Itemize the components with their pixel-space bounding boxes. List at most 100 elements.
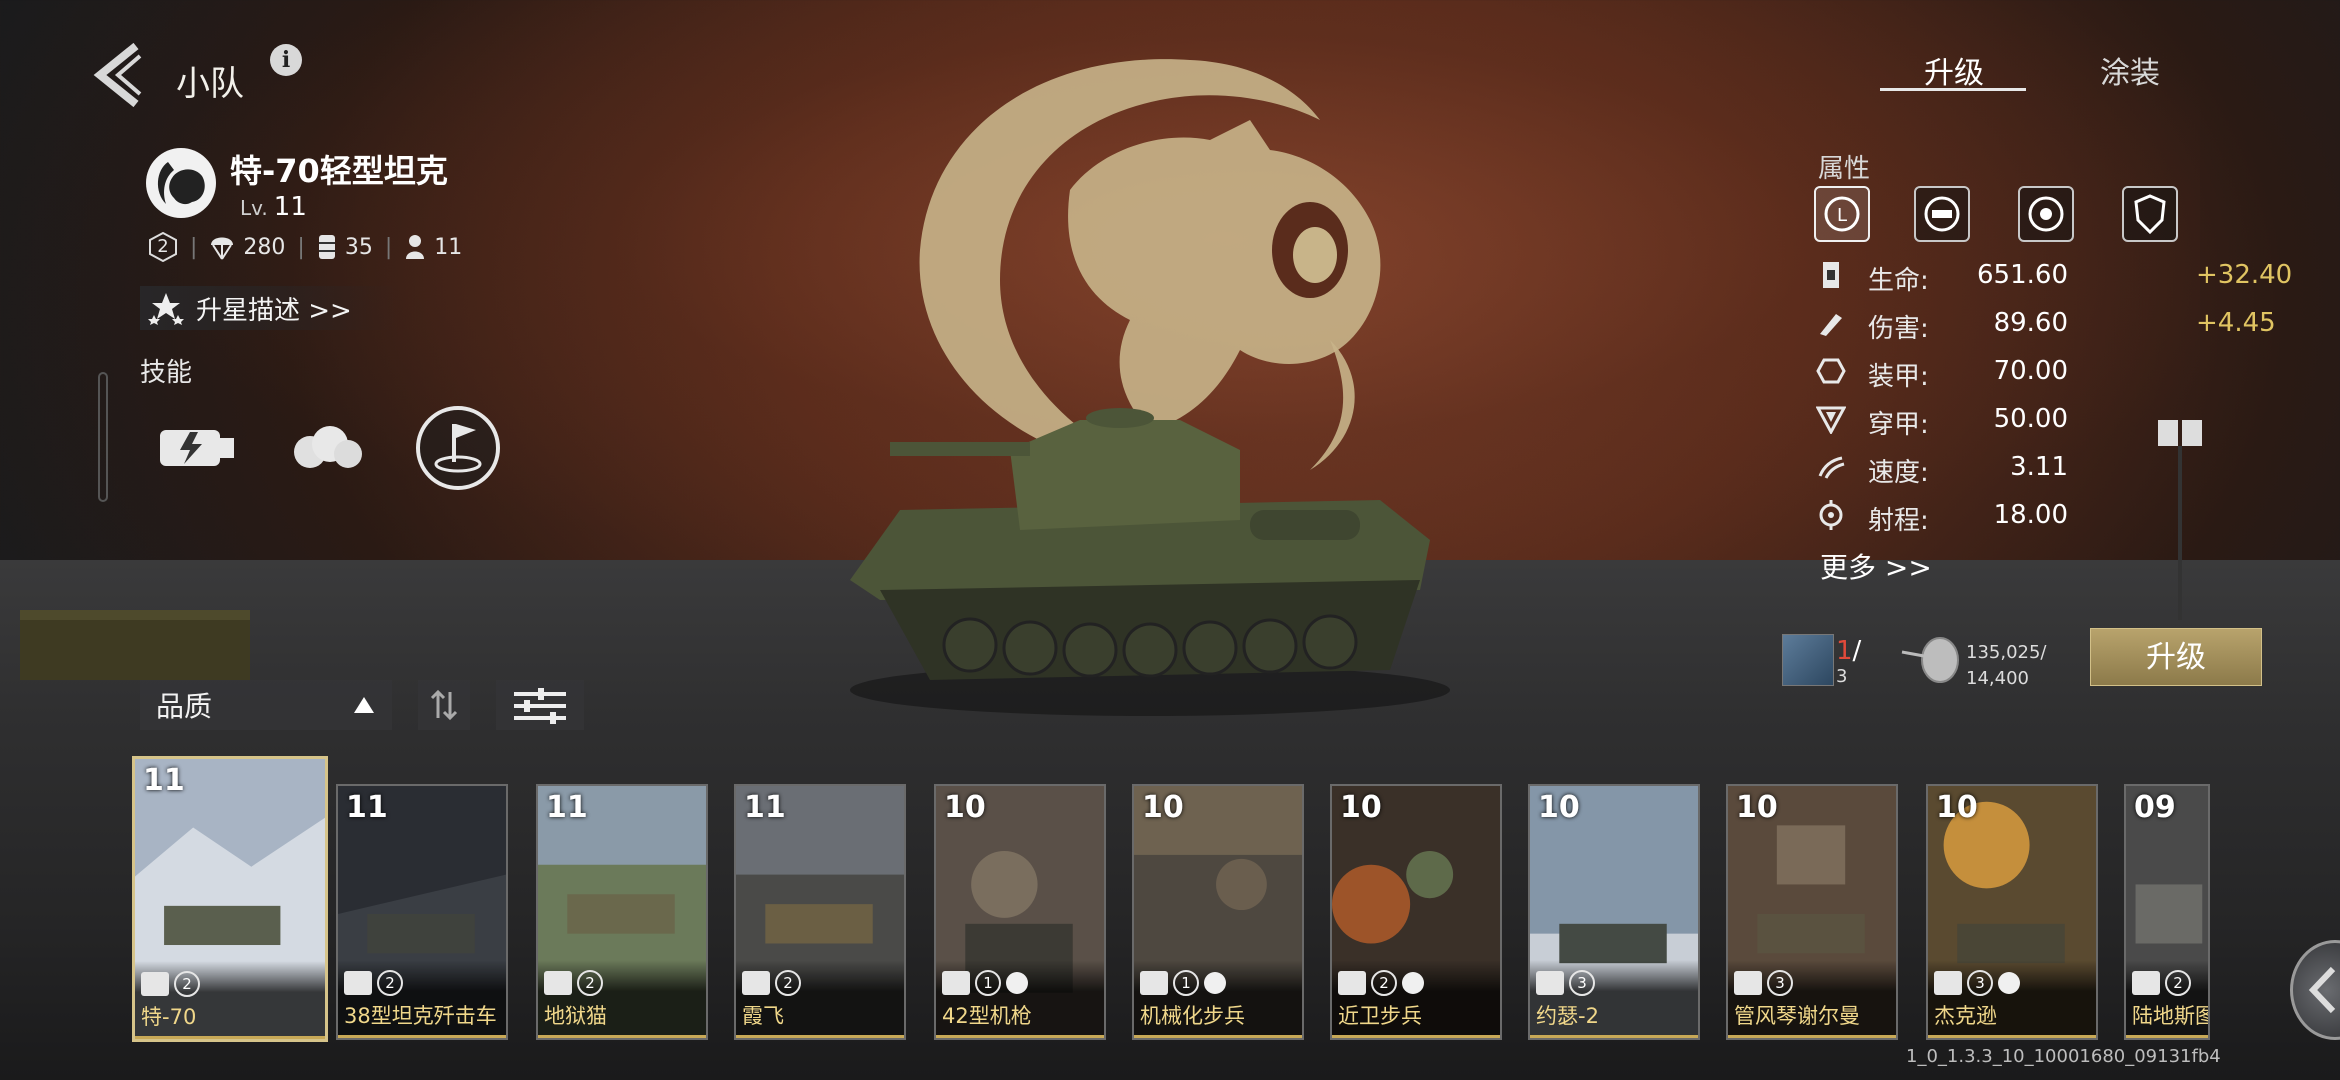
- target-icon: [2028, 196, 2064, 232]
- guard-type-icon: [1338, 971, 1366, 995]
- card-level: 11: [346, 790, 388, 825]
- divider: |: [190, 234, 198, 260]
- stat-speed: 速度: 3.11: [1806, 446, 2226, 490]
- fuel-barrel-icon: [318, 235, 335, 259]
- card-level: 11: [143, 763, 185, 798]
- stat-name: 生命:: [1868, 266, 1929, 296]
- stat-range: 射程: 18.00: [1806, 494, 2226, 538]
- attr-tab-level[interactable]: L: [1814, 186, 1870, 242]
- unit-card[interactable]: 11 2 特-70: [132, 756, 328, 1042]
- attr-tab-vehicle[interactable]: [1914, 186, 1970, 242]
- stat-name: 射程:: [1868, 506, 1929, 536]
- card-badges: 3: [1734, 970, 1793, 996]
- skills-heading: 技能: [140, 358, 193, 388]
- skill-smoke-icon[interactable]: [280, 400, 376, 496]
- card-badges: 2: [344, 970, 403, 996]
- card-rarity-line: [135, 1036, 325, 1039]
- card-tier: 2: [775, 970, 801, 996]
- unit-card[interactable]: 10 1 机械化步兵: [1132, 784, 1304, 1040]
- ammo-crates: [20, 610, 250, 680]
- attr-tab-shield[interactable]: [2122, 186, 2178, 242]
- flag-icon: [1006, 972, 1028, 994]
- card-tier: 3: [1569, 970, 1595, 996]
- stat-name: 装甲:: [1868, 362, 1929, 392]
- armor-icon: [1816, 358, 1846, 384]
- filter-button[interactable]: [496, 680, 584, 730]
- tank-type-icon: [544, 971, 572, 995]
- stat-damage: 伤害: 89.60 +4.45: [1806, 302, 2276, 346]
- tab-paint[interactable]: 涂装: [2100, 48, 2160, 92]
- shield-icon: [2134, 194, 2166, 235]
- quality-label: 品质: [156, 690, 213, 723]
- tank-type-icon: [1734, 971, 1762, 995]
- unit-card[interactable]: 10 1 42型机枪: [934, 784, 1106, 1040]
- info-button[interactable]: i: [270, 44, 302, 76]
- vehicle-circle-icon: [1924, 196, 1960, 232]
- level-prefix: Lv.: [240, 196, 268, 220]
- skill-flag-capture-icon[interactable]: [410, 400, 506, 496]
- unit-card[interactable]: 10 3 管风琴谢尔曼: [1726, 784, 1898, 1040]
- svg-text:L: L: [1837, 205, 1847, 226]
- unit-card[interactable]: 10 2 近卫步兵: [1330, 784, 1502, 1040]
- card-rarity-line: [538, 1035, 706, 1038]
- tab-upgrade[interactable]: 升级: [1924, 48, 1984, 92]
- star-description-link[interactable]: 升星描述 >>: [140, 286, 400, 330]
- card-name: 特-70: [141, 1005, 197, 1029]
- card-tier: 1: [975, 970, 1001, 996]
- card-name: 42型机枪: [942, 1004, 1032, 1028]
- back-button[interactable]: [92, 40, 146, 110]
- card-rarity-line: [936, 1035, 1104, 1038]
- card-tier: 2: [1371, 970, 1397, 996]
- page-title: 小队: [176, 64, 244, 104]
- level-value: 11: [273, 192, 307, 222]
- card-tier: 2: [377, 970, 403, 996]
- stat-name: 穿甲:: [1868, 410, 1929, 440]
- card-tier: 1: [1173, 970, 1199, 996]
- unit-card[interactable]: 11 2 地狱猫: [536, 784, 708, 1040]
- attr-tab-target[interactable]: [2018, 186, 2074, 242]
- chevron-left-icon: [2308, 966, 2336, 1014]
- flag-icon: [1402, 972, 1424, 994]
- scroll-right-button[interactable]: [2290, 940, 2340, 1040]
- unit-card[interactable]: 11 2 38型坦克歼击车: [336, 784, 508, 1040]
- tools-icon: [1998, 972, 2020, 994]
- sort-order-button[interactable]: [418, 680, 470, 730]
- card-rarity-line: [1530, 1035, 1698, 1038]
- skill-engine-boost-icon[interactable]: [146, 400, 242, 496]
- unit-card[interactable]: 10 3 约瑟-2: [1528, 784, 1700, 1040]
- unit-faction-badge: [146, 148, 216, 218]
- upgrade-button[interactable]: 升级: [2090, 628, 2262, 686]
- tier-hex-icon: 2: [148, 231, 178, 263]
- card-name: 38型坦克歼击车: [344, 1004, 497, 1028]
- card-rarity-line: [1928, 1035, 2096, 1038]
- quality-sort-dropdown[interactable]: 品质: [140, 680, 392, 730]
- divider: |: [297, 234, 305, 260]
- card-rarity-line: [1332, 1035, 1500, 1038]
- unit-tier: 2: [157, 236, 169, 257]
- card-tier: 2: [2165, 970, 2191, 996]
- card-level: 10: [944, 790, 986, 825]
- cards-have: 1: [1836, 636, 1853, 666]
- stars-icon: [148, 293, 184, 325]
- more-attributes-link[interactable]: 更多 >>: [1820, 546, 1932, 586]
- build-id: 1_0_1.3.3_10_10001680_09131fb4: [1906, 1046, 2221, 1067]
- divider: |: [384, 234, 393, 260]
- card-tier: 2: [174, 971, 200, 997]
- range-icon: [1819, 500, 1843, 530]
- card-name: 机械化步兵: [1140, 1004, 1245, 1028]
- card-name: 管风琴谢尔曼: [1734, 1004, 1860, 1028]
- left-scrollbar[interactable]: [98, 372, 108, 502]
- card-name: 约瑟-2: [1536, 1004, 1599, 1028]
- active-tab-indicator: [1880, 88, 2026, 91]
- unit-card[interactable]: 10 3 杰克逊: [1926, 784, 2098, 1040]
- card-badges: 3: [1536, 970, 1595, 996]
- unit-card[interactable]: 09 2 陆地斯图: [2124, 784, 2210, 1040]
- cards-sep: /: [1852, 636, 1862, 666]
- fuel-cost: 35: [344, 234, 373, 260]
- card-level: 11: [546, 790, 588, 825]
- stat-value: 50.00: [1993, 404, 2068, 434]
- tank-type-icon: [2132, 971, 2160, 995]
- unit-card[interactable]: 11 2 霞飞: [734, 784, 906, 1040]
- attributes-heading: 属性: [1818, 154, 1871, 184]
- card-tier: 3: [1967, 970, 1993, 996]
